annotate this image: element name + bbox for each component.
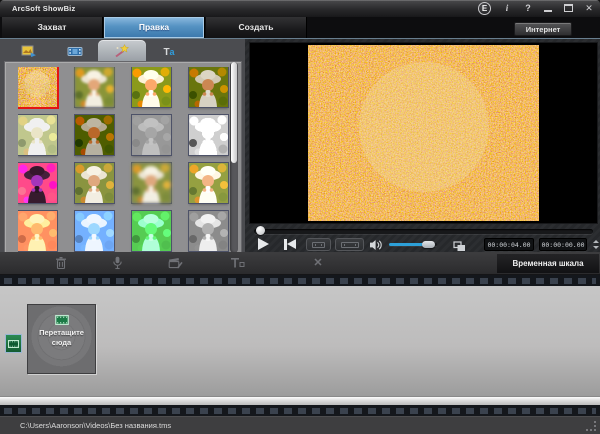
tab-edit[interactable]: Правка (104, 17, 205, 38)
film-frame-icon (8, 340, 19, 348)
close-icon[interactable]: ✕ (582, 2, 596, 14)
volume-slider[interactable] (389, 243, 437, 246)
effect-preview-image (132, 67, 171, 107)
effect-preview-image (75, 115, 114, 155)
maximize-icon[interactable] (561, 2, 575, 15)
effect-thumb-mosaic[interactable] (75, 67, 114, 107)
effect-thumb-emboss[interactable] (132, 115, 171, 155)
media-icon (21, 45, 37, 58)
seek-handle[interactable] (256, 226, 265, 235)
preview-screen (250, 43, 597, 223)
effect-thumb-red-tone[interactable] (18, 211, 57, 251)
delete-button[interactable] (55, 256, 71, 271)
transitions-icon (67, 46, 83, 57)
edit-clip-button[interactable] (168, 256, 184, 271)
speaker-icon[interactable] (369, 238, 383, 250)
filmstrip-top (0, 275, 600, 286)
film-frame-icon (55, 315, 69, 325)
effect-preview-image (75, 211, 114, 251)
effect-thumb-noise[interactable] (18, 67, 57, 107)
tab-capture[interactable]: Захват (2, 17, 103, 38)
filmstrip-bottom (0, 405, 600, 416)
resize-grip[interactable] (587, 422, 596, 431)
effect-preview-image (18, 163, 57, 203)
app-window: ArcSoft ShowBiz E i ? ✕ Захват Правка Со… (0, 0, 600, 434)
noise-effect-overlay (18, 67, 57, 107)
add-text-button[interactable] (230, 256, 246, 271)
timecode-spinner[interactable] (591, 238, 600, 251)
effect-preview-image (189, 115, 228, 155)
seek-track[interactable] (254, 229, 593, 234)
effect-preview-image (18, 115, 57, 155)
effect-preview-image (18, 211, 57, 251)
info-icon[interactable]: i (500, 2, 514, 14)
single-frame-icon (312, 242, 325, 248)
split-clip-button[interactable]: ✕ (310, 256, 326, 271)
effect-thumb-oil-paint[interactable] (132, 67, 171, 107)
effect-preview-image (132, 115, 171, 155)
dropzone-label: Перетащите сюда (33, 328, 91, 348)
library-panel: Ta (0, 39, 245, 253)
tab-effects[interactable] (98, 40, 146, 61)
effect-preview-image (132, 211, 171, 251)
effect-preview-image (189, 163, 228, 203)
effect-thumb-green-tone[interactable] (132, 211, 171, 251)
effects-scrollbar[interactable] (230, 62, 238, 253)
record-voiceover-button[interactable] (112, 256, 128, 271)
titles-icon: Ta (163, 42, 174, 60)
effect-thumb-sketch[interactable] (189, 115, 228, 155)
effect-thumb-vignette[interactable] (189, 67, 228, 107)
effect-preview-image (189, 67, 228, 107)
preview-noise-frame (308, 45, 539, 221)
previous-frame-button[interactable] (284, 239, 297, 250)
play-button[interactable] (258, 238, 269, 250)
effect-thumb-soft[interactable] (189, 163, 228, 203)
effect-preview-image (189, 211, 228, 251)
arcsoft-logo-icon[interactable]: E (478, 2, 491, 15)
preview-panel: 00:00:04.00 00:00:00.00 (245, 39, 600, 253)
status-bar: C:\Users\Aaronson\Videos\Без названия.tm… (0, 416, 600, 434)
internet-button[interactable]: Интернет (514, 22, 572, 36)
effects-library (4, 61, 242, 253)
transport-controls: 00:00:04.00 00:00:00.00 (250, 236, 597, 253)
effect-thumb-blue-tone[interactable] (75, 211, 114, 251)
main-tab-bar: Захват Правка Создать Интернет (0, 17, 600, 38)
effect-preview-image (132, 163, 171, 203)
effect-thumb-neon[interactable] (18, 163, 57, 203)
magic-wand-icon (114, 44, 130, 58)
timecode-position[interactable]: 00:00:00.00 (539, 238, 587, 251)
title-bar[interactable]: ArcSoft ShowBiz E i ? ✕ (0, 0, 600, 17)
timeline-view-button[interactable]: Временная шкала (497, 254, 599, 273)
effect-thumb-bright[interactable] (18, 115, 57, 155)
storyboard-dropzone[interactable]: Перетащите сюда (27, 304, 96, 374)
storyboard-toolbar: ✕ Раскадровка Временная шкала (0, 252, 600, 275)
scrollbar-thumb[interactable] (231, 62, 237, 163)
main-content: Ta (0, 38, 600, 252)
fullscreen-button[interactable] (453, 239, 466, 250)
effects-grid (18, 67, 230, 253)
tab-media[interactable] (6, 41, 52, 61)
timecode-duration: 00:00:04.00 (484, 238, 534, 251)
storyboard-hscrollbar[interactable] (0, 396, 600, 405)
seek-bar (250, 225, 597, 236)
window-title: ArcSoft ShowBiz (12, 4, 75, 13)
effect-thumb-dark-paint[interactable] (75, 115, 114, 155)
double-frame-icon (341, 242, 359, 248)
effect-preview-image (75, 163, 114, 203)
effect-preview-image (75, 67, 114, 107)
effect-thumb-grayscale[interactable] (189, 211, 228, 251)
help-icon[interactable]: ? (521, 2, 535, 14)
tab-titles[interactable]: Ta (146, 41, 192, 61)
project-path: C:\Users\Aaronson\Videos\Без названия.tm… (20, 421, 171, 430)
storyboard-track[interactable]: Перетащите сюда (0, 286, 600, 396)
mark-in-button[interactable] (306, 238, 331, 251)
track-media-icon[interactable] (5, 334, 22, 353)
effect-thumb-original[interactable] (75, 163, 114, 203)
tab-create[interactable]: Создать (206, 17, 307, 38)
mark-out-button[interactable] (335, 238, 364, 251)
tab-transitions[interactable] (52, 41, 98, 61)
minimize-icon[interactable] (541, 2, 555, 15)
effect-thumb-blur[interactable] (132, 163, 171, 203)
volume-handle[interactable] (422, 241, 435, 248)
